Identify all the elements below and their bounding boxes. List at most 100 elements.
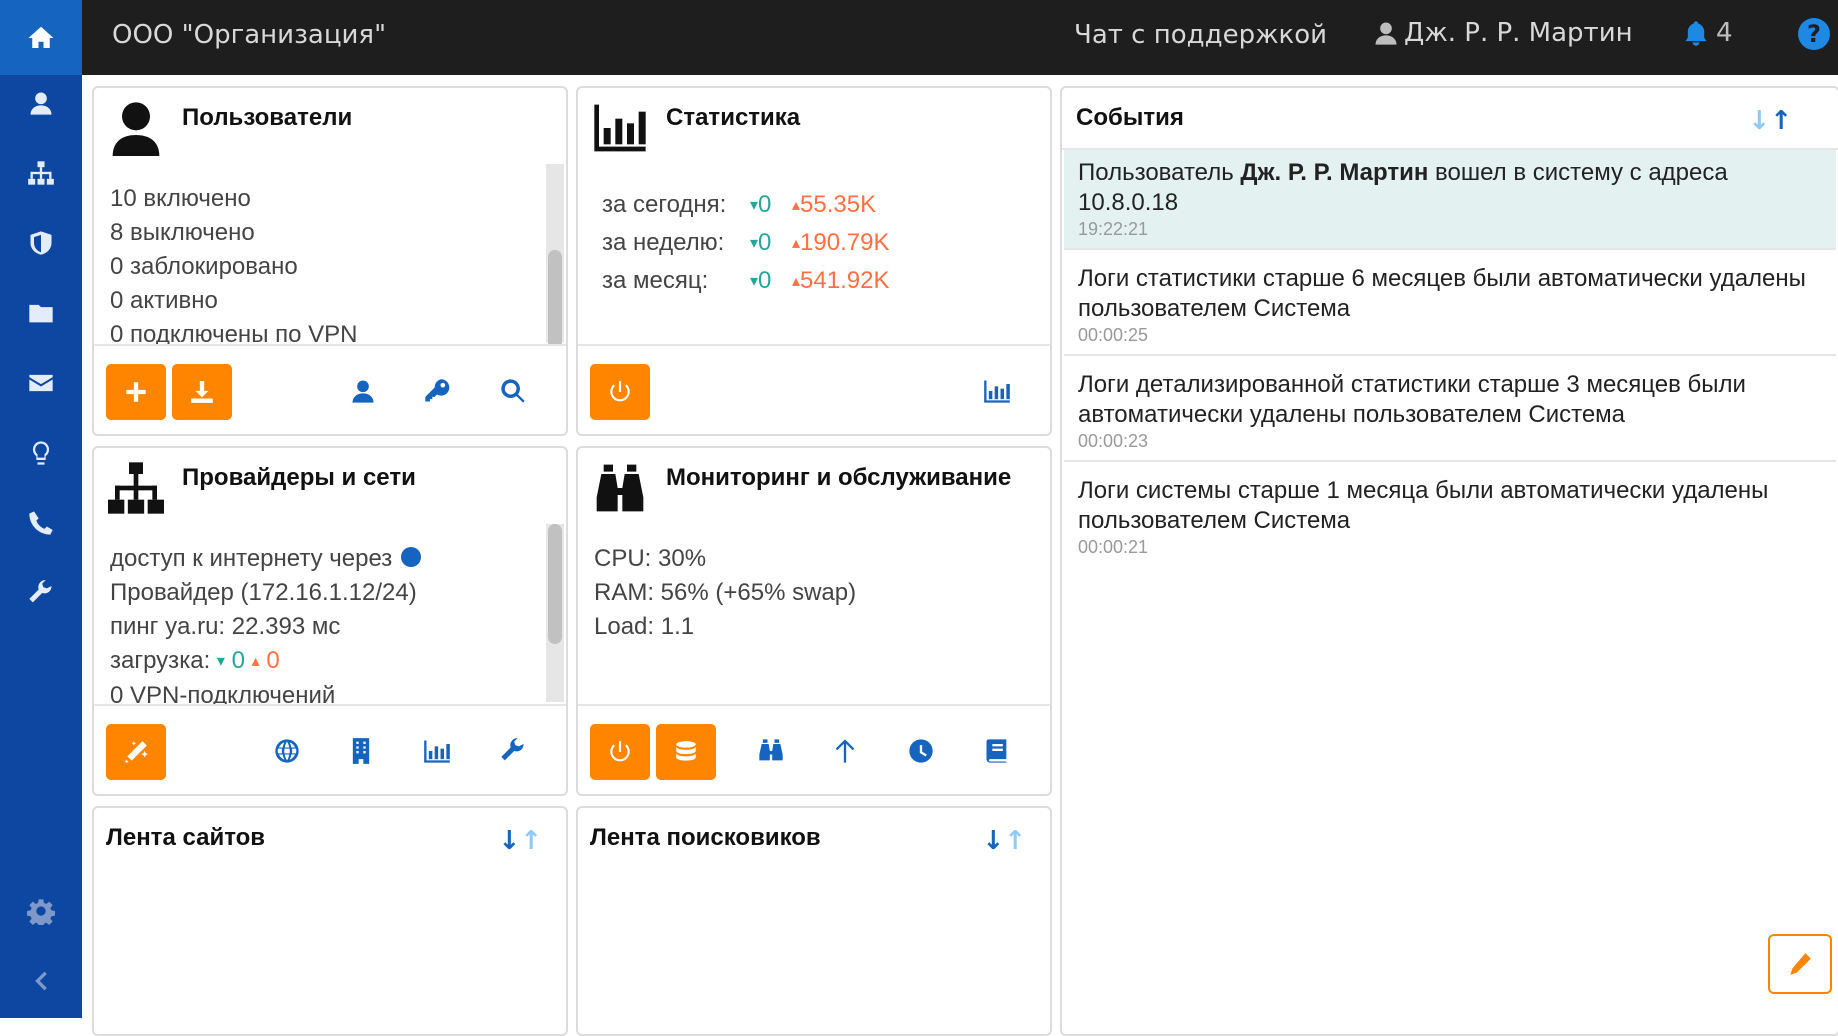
pencil-icon xyxy=(1790,953,1811,975)
update-button[interactable] xyxy=(828,734,862,768)
restart-button[interactable] xyxy=(590,724,650,780)
wrench-icon xyxy=(29,580,52,603)
load-line: загрузка: ▾ 0 ▴ 0 xyxy=(110,647,280,674)
sort-desc-icon[interactable]: ↓ xyxy=(1748,106,1770,136)
search-feed-sort[interactable]: ↓↑ xyxy=(982,826,1026,856)
providers-actions xyxy=(94,704,566,794)
providers-scrollbar[interactable] xyxy=(546,524,564,702)
sitemap-icon xyxy=(28,161,54,185)
support-chat-link[interactable]: Чат с поддержкой xyxy=(1074,20,1327,50)
user-search-button[interactable] xyxy=(496,374,530,408)
stats-down: ▾0 xyxy=(750,190,772,218)
sites-feed-sort[interactable]: ↓↑ xyxy=(498,826,542,856)
database-icon xyxy=(676,741,696,761)
stats-power-button[interactable] xyxy=(590,364,650,420)
envelope-icon xyxy=(29,374,53,392)
users-enabled[interactable]: 10 включено xyxy=(110,182,357,216)
sidebar-item-files[interactable] xyxy=(0,278,82,348)
providers-title: Провайдеры и сети xyxy=(182,464,416,491)
wizard-button[interactable] xyxy=(106,724,166,780)
users-actions xyxy=(94,344,566,434)
events-sort[interactable]: ↓↑ xyxy=(1748,106,1792,136)
load-down: ▾ 0 xyxy=(216,647,245,674)
wrench-icon xyxy=(501,738,524,761)
power-icon xyxy=(610,381,630,402)
sidebar-collapse[interactable] xyxy=(0,946,82,1016)
event-text: Логи детализированной статистики старше … xyxy=(1078,371,1746,428)
monitor-button[interactable] xyxy=(754,734,788,768)
key-icon xyxy=(425,379,450,402)
sidebar-item-mail[interactable] xyxy=(0,348,82,418)
stats-up: ▴190.79K xyxy=(792,228,890,256)
users-disabled[interactable]: 8 выключено xyxy=(110,216,357,250)
cpu-usage: CPU: 30% xyxy=(594,545,707,572)
chevron-left-icon xyxy=(35,971,47,991)
sidebar-item-tools[interactable] xyxy=(0,558,82,628)
provider-name[interactable]: Провайдер (172.16.1.12/24) xyxy=(110,576,423,610)
sidebar xyxy=(0,0,82,1018)
import-users-button[interactable] xyxy=(172,364,232,420)
clock-icon xyxy=(909,739,933,763)
sort-desc-icon[interactable]: ↓ xyxy=(982,826,1004,856)
sort-asc-icon[interactable]: ↑ xyxy=(1770,106,1792,136)
sort-desc-icon[interactable]: ↓ xyxy=(498,826,520,856)
stats-row-today: за сегодня: ▾0 ▴55.35K xyxy=(602,186,889,224)
sidebar-item-phone[interactable] xyxy=(0,488,82,558)
traffic-chart-button[interactable] xyxy=(420,734,454,768)
org-name[interactable]: ООО "Организация" xyxy=(112,20,386,50)
sort-asc-icon[interactable]: ↑ xyxy=(1004,826,1026,856)
magic-wand-icon xyxy=(125,741,148,763)
load-up: ▴ 0 xyxy=(251,647,280,674)
scrollbar-thumb[interactable] xyxy=(548,524,562,644)
users-blocked[interactable]: 0 заблокировано xyxy=(110,250,357,284)
sidebar-item-security[interactable] xyxy=(0,208,82,278)
backup-button[interactable] xyxy=(656,724,716,780)
stats-row-week: за неделю: ▾0 ▴190.79K xyxy=(602,224,889,262)
network-settings-button[interactable] xyxy=(496,734,530,768)
users-summary: 10 включено 8 выключено 0 заблокировано … xyxy=(110,182,357,352)
event-text: Логи статистики старше 6 месяцев были ав… xyxy=(1078,265,1806,322)
event-time: 00:00:23 xyxy=(1078,431,1149,451)
monitoring-actions xyxy=(578,704,1050,794)
schedule-button[interactable] xyxy=(904,734,938,768)
user-icon xyxy=(1375,22,1397,45)
event-item: Логи статистики старше 6 месяцев были ав… xyxy=(1064,256,1836,356)
phone-icon xyxy=(29,511,53,535)
users-active[interactable]: 0 активно xyxy=(110,284,357,318)
sidebar-item-settings[interactable] xyxy=(0,876,82,946)
bar-chart-large-icon xyxy=(592,100,648,156)
providers-card: Провайдеры и сети доступ к интернету чер… xyxy=(92,446,568,796)
plus-icon xyxy=(126,382,146,402)
search-feed-card: Лента поисковиков ↓↑ xyxy=(576,806,1052,1036)
sites-feed-card: Лента сайтов ↓↑ xyxy=(92,806,568,1036)
sidebar-item-ideas[interactable] xyxy=(0,418,82,488)
events-title: События xyxy=(1076,104,1184,131)
stats-card: Статистика за сегодня: ▾0 ▴55.35K за нед… xyxy=(576,86,1052,436)
stats-chart-button[interactable] xyxy=(980,374,1014,408)
lightbulb-icon xyxy=(32,441,50,465)
building-button[interactable] xyxy=(344,734,378,768)
add-user-button[interactable] xyxy=(106,364,166,420)
event-text: Логи системы старше 1 месяца были автома… xyxy=(1078,477,1769,534)
sidebar-item-network[interactable] xyxy=(0,138,82,208)
help-button[interactable]: ? xyxy=(1798,18,1830,50)
event-time: 00:00:21 xyxy=(1078,537,1149,557)
notifications[interactable]: 4 xyxy=(1682,18,1733,48)
event-time: 00:00:25 xyxy=(1078,325,1149,345)
edit-dashboard-button[interactable] xyxy=(1768,934,1832,994)
sidebar-item-users[interactable] xyxy=(0,68,82,138)
users-scrollbar[interactable] xyxy=(546,164,564,410)
user-keys-button[interactable] xyxy=(420,374,454,408)
home-icon xyxy=(28,26,54,48)
logs-button[interactable] xyxy=(980,734,1014,768)
internet-button[interactable] xyxy=(270,734,304,768)
event-user-link[interactable]: Дж. Р. Р. Мартин xyxy=(1240,159,1428,186)
notifications-count: 4 xyxy=(1716,18,1733,48)
sidebar-item-home[interactable] xyxy=(0,0,82,75)
sitemap-large-icon xyxy=(108,460,164,516)
stats-down: ▾0 xyxy=(750,266,772,294)
book-icon xyxy=(986,739,1007,763)
user-menu[interactable]: Дж. Р. Р. Мартин xyxy=(1372,18,1633,48)
user-profile-button[interactable] xyxy=(346,374,380,408)
sort-asc-icon[interactable]: ↑ xyxy=(520,826,542,856)
